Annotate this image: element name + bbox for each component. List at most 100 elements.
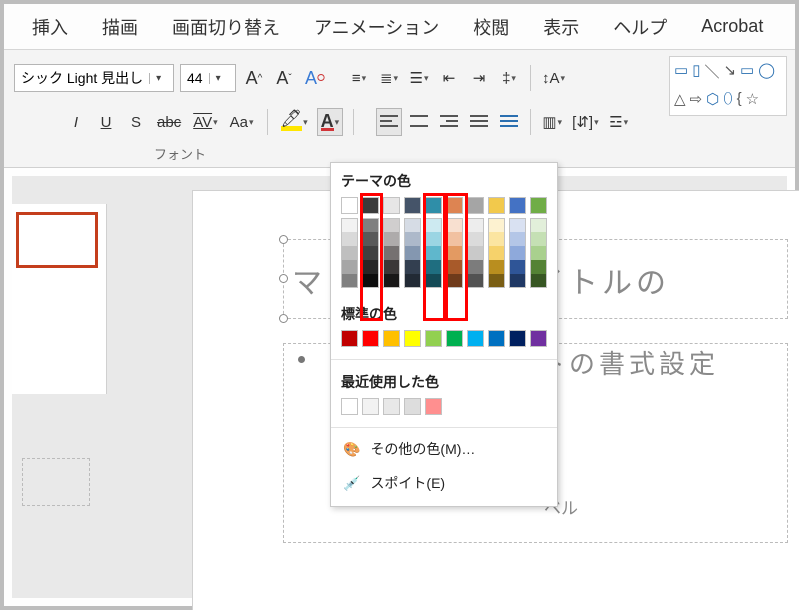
italic-button[interactable]: I xyxy=(64,108,88,136)
color-swatch[interactable] xyxy=(362,330,379,347)
color-swatch[interactable] xyxy=(446,218,463,232)
color-swatch[interactable] xyxy=(530,274,547,288)
tab-insert[interactable]: 挿入 xyxy=(32,14,68,40)
color-swatch[interactable] xyxy=(362,398,379,415)
align-left-button[interactable] xyxy=(376,108,402,136)
color-swatch[interactable] xyxy=(488,197,505,214)
color-swatch[interactable] xyxy=(425,232,442,246)
shapes-gallery[interactable]: ▭ ▯ ＼ ↘ ▭ ◯ △ ⇨ ⬡ ⬯ { ☆ xyxy=(669,56,787,116)
color-swatch[interactable] xyxy=(509,274,526,288)
tab-animations[interactable]: アニメーション xyxy=(314,14,439,40)
color-swatch[interactable] xyxy=(341,330,358,347)
color-swatch[interactable] xyxy=(404,246,421,260)
color-swatch[interactable] xyxy=(383,274,400,288)
color-swatch[interactable] xyxy=(383,260,400,274)
thumbnail-pane[interactable] xyxy=(12,204,107,394)
justify-button[interactable] xyxy=(466,108,492,136)
color-swatch[interactable] xyxy=(341,246,358,260)
color-swatch[interactable] xyxy=(425,274,442,288)
tab-transitions[interactable]: 画面切り替え xyxy=(172,14,280,40)
color-swatch[interactable] xyxy=(425,197,442,214)
clear-format-button[interactable]: A⭘ xyxy=(302,64,328,92)
color-swatch[interactable] xyxy=(467,218,484,232)
resize-handle[interactable] xyxy=(279,235,288,244)
color-swatch[interactable] xyxy=(404,274,421,288)
underline-button[interactable]: U xyxy=(94,108,118,136)
font-size-combo[interactable]: 44 ▾ xyxy=(180,64,236,92)
color-swatch[interactable] xyxy=(383,398,400,415)
bullets-button[interactable]: ≡▾ xyxy=(346,64,372,92)
color-swatch[interactable] xyxy=(404,232,421,246)
color-swatch[interactable] xyxy=(362,197,379,214)
color-swatch[interactable] xyxy=(488,330,505,347)
color-swatch[interactable] xyxy=(446,197,463,214)
smartart-button[interactable]: ☲▾ xyxy=(606,108,632,136)
distribute-button[interactable] xyxy=(496,108,522,136)
list-level-button[interactable]: ☰▾ xyxy=(406,64,432,92)
color-swatch[interactable] xyxy=(362,218,379,232)
color-swatch[interactable] xyxy=(530,232,547,246)
color-swatch[interactable] xyxy=(341,274,358,288)
strikethrough-button[interactable]: abc xyxy=(154,108,184,136)
tab-view[interactable]: 表示 xyxy=(543,14,579,40)
color-swatch[interactable] xyxy=(341,197,358,214)
line-spacing-button[interactable]: ‡▾ xyxy=(496,64,522,92)
tab-acrobat[interactable]: Acrobat xyxy=(701,16,763,37)
color-swatch[interactable] xyxy=(425,260,442,274)
color-swatch[interactable] xyxy=(530,218,547,232)
resize-handle[interactable] xyxy=(279,314,288,323)
tab-help[interactable]: ヘルプ xyxy=(613,14,667,40)
resize-handle[interactable] xyxy=(279,274,288,283)
align-right-button[interactable] xyxy=(436,108,462,136)
more-colors-item[interactable]: 🎨 その他の色(M)… xyxy=(331,432,557,466)
color-swatch[interactable] xyxy=(530,260,547,274)
color-swatch[interactable] xyxy=(383,197,400,214)
color-swatch[interactable] xyxy=(383,218,400,232)
color-swatch[interactable] xyxy=(446,246,463,260)
color-swatch[interactable] xyxy=(404,218,421,232)
color-swatch[interactable] xyxy=(362,232,379,246)
change-case-button[interactable]: Aa▾ xyxy=(227,108,257,136)
color-swatch[interactable] xyxy=(488,246,505,260)
color-swatch[interactable] xyxy=(404,398,421,415)
color-swatch[interactable] xyxy=(446,274,463,288)
color-swatch[interactable] xyxy=(509,218,526,232)
color-swatch[interactable] xyxy=(425,330,442,347)
tab-review[interactable]: 校閲 xyxy=(473,14,509,40)
color-swatch[interactable] xyxy=(530,246,547,260)
decrease-indent-button[interactable]: ⇤ xyxy=(436,64,462,92)
color-swatch[interactable] xyxy=(467,274,484,288)
decrease-font-button[interactable]: Aˇ xyxy=(272,64,296,92)
color-swatch[interactable] xyxy=(467,197,484,214)
numbering-button[interactable]: ≣▾ xyxy=(376,64,402,92)
color-swatch[interactable] xyxy=(341,260,358,274)
color-swatch[interactable] xyxy=(488,218,505,232)
color-swatch[interactable] xyxy=(467,246,484,260)
color-swatch[interactable] xyxy=(404,330,421,347)
color-swatch[interactable] xyxy=(404,260,421,274)
color-swatch[interactable] xyxy=(341,398,358,415)
color-swatch[interactable] xyxy=(341,218,358,232)
color-swatch[interactable] xyxy=(467,330,484,347)
color-swatch[interactable] xyxy=(362,246,379,260)
color-swatch[interactable] xyxy=(509,260,526,274)
color-swatch[interactable] xyxy=(362,260,379,274)
color-swatch[interactable] xyxy=(383,246,400,260)
color-swatch[interactable] xyxy=(362,274,379,288)
color-swatch[interactable] xyxy=(509,246,526,260)
align-center-button[interactable] xyxy=(406,108,432,136)
color-swatch[interactable] xyxy=(425,218,442,232)
color-swatch[interactable] xyxy=(467,260,484,274)
align-middle-button[interactable]: [⇵]▾ xyxy=(569,108,601,136)
color-swatch[interactable] xyxy=(488,232,505,246)
text-shadow-button[interactable]: S xyxy=(124,108,148,136)
color-swatch[interactable] xyxy=(341,232,358,246)
font-name-combo[interactable]: シック Light 見出し ▾ xyxy=(14,64,174,92)
color-swatch[interactable] xyxy=(425,398,442,415)
char-spacing-button[interactable]: AV▾ xyxy=(190,108,220,136)
color-swatch[interactable] xyxy=(446,232,463,246)
eyedropper-item[interactable]: 💉 スポイト(E) xyxy=(331,466,557,500)
increase-font-button[interactable]: A^ xyxy=(242,64,266,92)
color-swatch[interactable] xyxy=(488,274,505,288)
color-swatch[interactable] xyxy=(383,232,400,246)
